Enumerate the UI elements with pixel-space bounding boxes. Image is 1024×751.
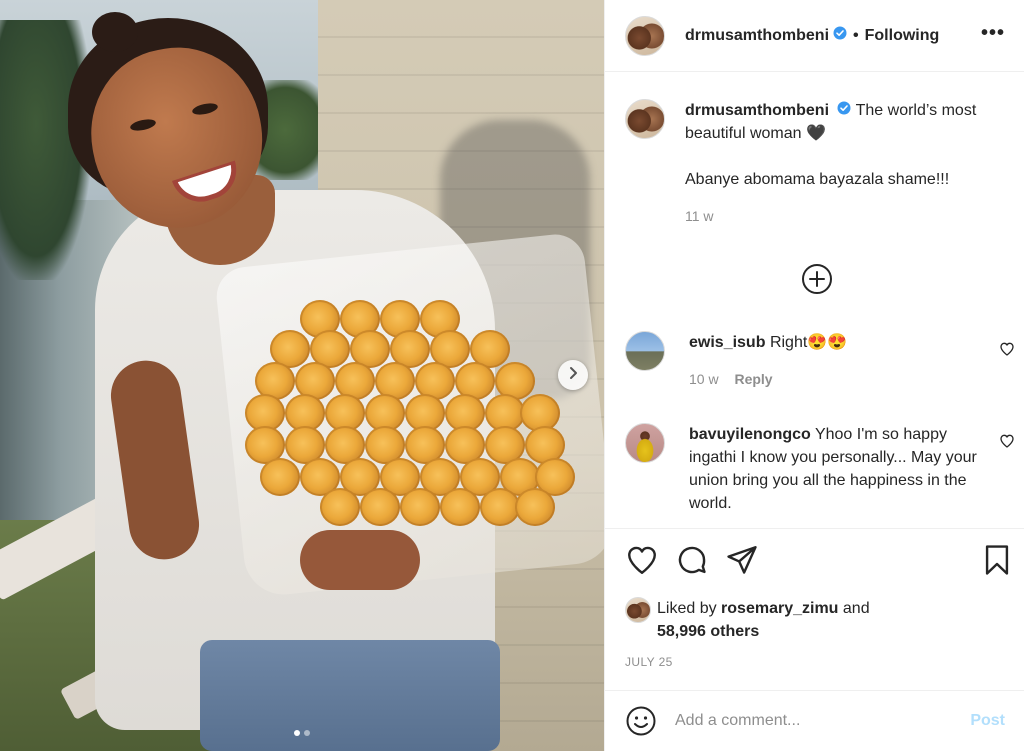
comments-list[interactable]: drmusamthombeni The world’s most beautif…	[605, 73, 1024, 528]
post-side-panel: drmusamthombeni • Following ••• drmusamt…	[604, 0, 1024, 751]
comment-input[interactable]	[675, 712, 971, 730]
liker-username[interactable]: rosemary_zimu	[721, 600, 838, 617]
comment-username[interactable]: ewis_isub	[689, 334, 765, 351]
comment-body: bavuyilenongco Yhoo I'm so happy ingathi…	[689, 423, 979, 515]
caption-username[interactable]: drmusamthombeni	[685, 102, 829, 119]
post-date[interactable]: JULY 25	[625, 655, 673, 669]
photo-rose	[440, 488, 480, 526]
commenter-avatar[interactable]	[625, 331, 665, 371]
add-comment-bar: Post	[605, 690, 1024, 751]
plus-circle-icon	[801, 264, 833, 299]
post-header: drmusamthombeni • Following •••	[605, 0, 1024, 72]
chevron-right-icon	[566, 366, 580, 385]
comment-body: ewis_isub Right😍😍 10 w Reply	[689, 331, 979, 391]
heart-icon[interactable]	[625, 543, 659, 577]
caption-body: drmusamthombeni The world’s most beautif…	[685, 99, 1005, 228]
photo-rose	[260, 458, 300, 496]
commenter-avatar[interactable]	[625, 423, 665, 463]
following-button[interactable]: Following	[865, 27, 940, 45]
photo-rose	[360, 488, 400, 526]
carousel-indicator	[0, 730, 604, 736]
heart-icon[interactable]	[999, 433, 1015, 454]
post-photo[interactable]	[0, 0, 604, 751]
photo-hand	[300, 530, 420, 590]
photo-rose	[515, 488, 555, 526]
likes-count[interactable]: 58,996 others	[657, 623, 759, 640]
next-photo-button[interactable]	[558, 360, 588, 390]
author-avatar[interactable]	[625, 15, 665, 56]
comment-text: Right😍😍	[769, 334, 848, 351]
bookmark-icon[interactable]	[980, 543, 1014, 577]
likes-prefix: Liked by	[657, 600, 717, 617]
more-icon[interactable]: •••	[981, 22, 1005, 45]
verified-icon	[833, 26, 847, 45]
heart-icon[interactable]	[999, 341, 1015, 362]
post-caption: drmusamthombeni The world’s most beautif…	[625, 99, 1015, 228]
comment-username[interactable]: bavuyilenongco	[689, 426, 811, 443]
liker-avatar[interactable]	[625, 597, 651, 623]
photo-rose	[400, 488, 440, 526]
likes-summary: Liked by rosemary_zimu and 58,996 others	[625, 597, 870, 643]
header-separator: •	[853, 26, 859, 44]
comment-item: bavuyilenongco Yhoo I'm so happy ingathi…	[625, 423, 1015, 515]
post-actions: Liked by rosemary_zimu and 58,996 others…	[605, 528, 1024, 690]
likes-connector: and	[842, 600, 870, 617]
verified-icon	[837, 99, 851, 122]
photo-rose	[480, 488, 520, 526]
comment-item: ewis_isub Right😍😍 10 w Reply	[625, 331, 1015, 391]
caption-timestamp[interactable]: 11 w	[685, 205, 1005, 228]
emoji-icon[interactable]	[625, 705, 657, 737]
comment-timestamp[interactable]: 10 w	[689, 371, 719, 387]
photo-hair-bun	[92, 12, 138, 52]
photo-rose	[320, 488, 360, 526]
caption-author-avatar[interactable]	[625, 99, 665, 139]
post-comment-button[interactable]: Post	[970, 712, 1005, 730]
comment-meta: 10 w Reply	[689, 368, 979, 391]
share-icon[interactable]	[725, 543, 759, 577]
caption-text-line2: Abanye abomama bayazala shame!!!	[685, 171, 950, 189]
author-username[interactable]: drmusamthombeni	[685, 27, 829, 45]
reply-button[interactable]: Reply	[734, 371, 772, 387]
comment-icon[interactable]	[675, 543, 709, 577]
carousel-dot-active	[294, 730, 300, 736]
load-more-comments-button[interactable]	[801, 263, 833, 295]
action-bar	[625, 543, 1009, 583]
likes-text: Liked by rosemary_zimu and 58,996 others	[657, 597, 870, 643]
carousel-dot	[304, 730, 310, 736]
